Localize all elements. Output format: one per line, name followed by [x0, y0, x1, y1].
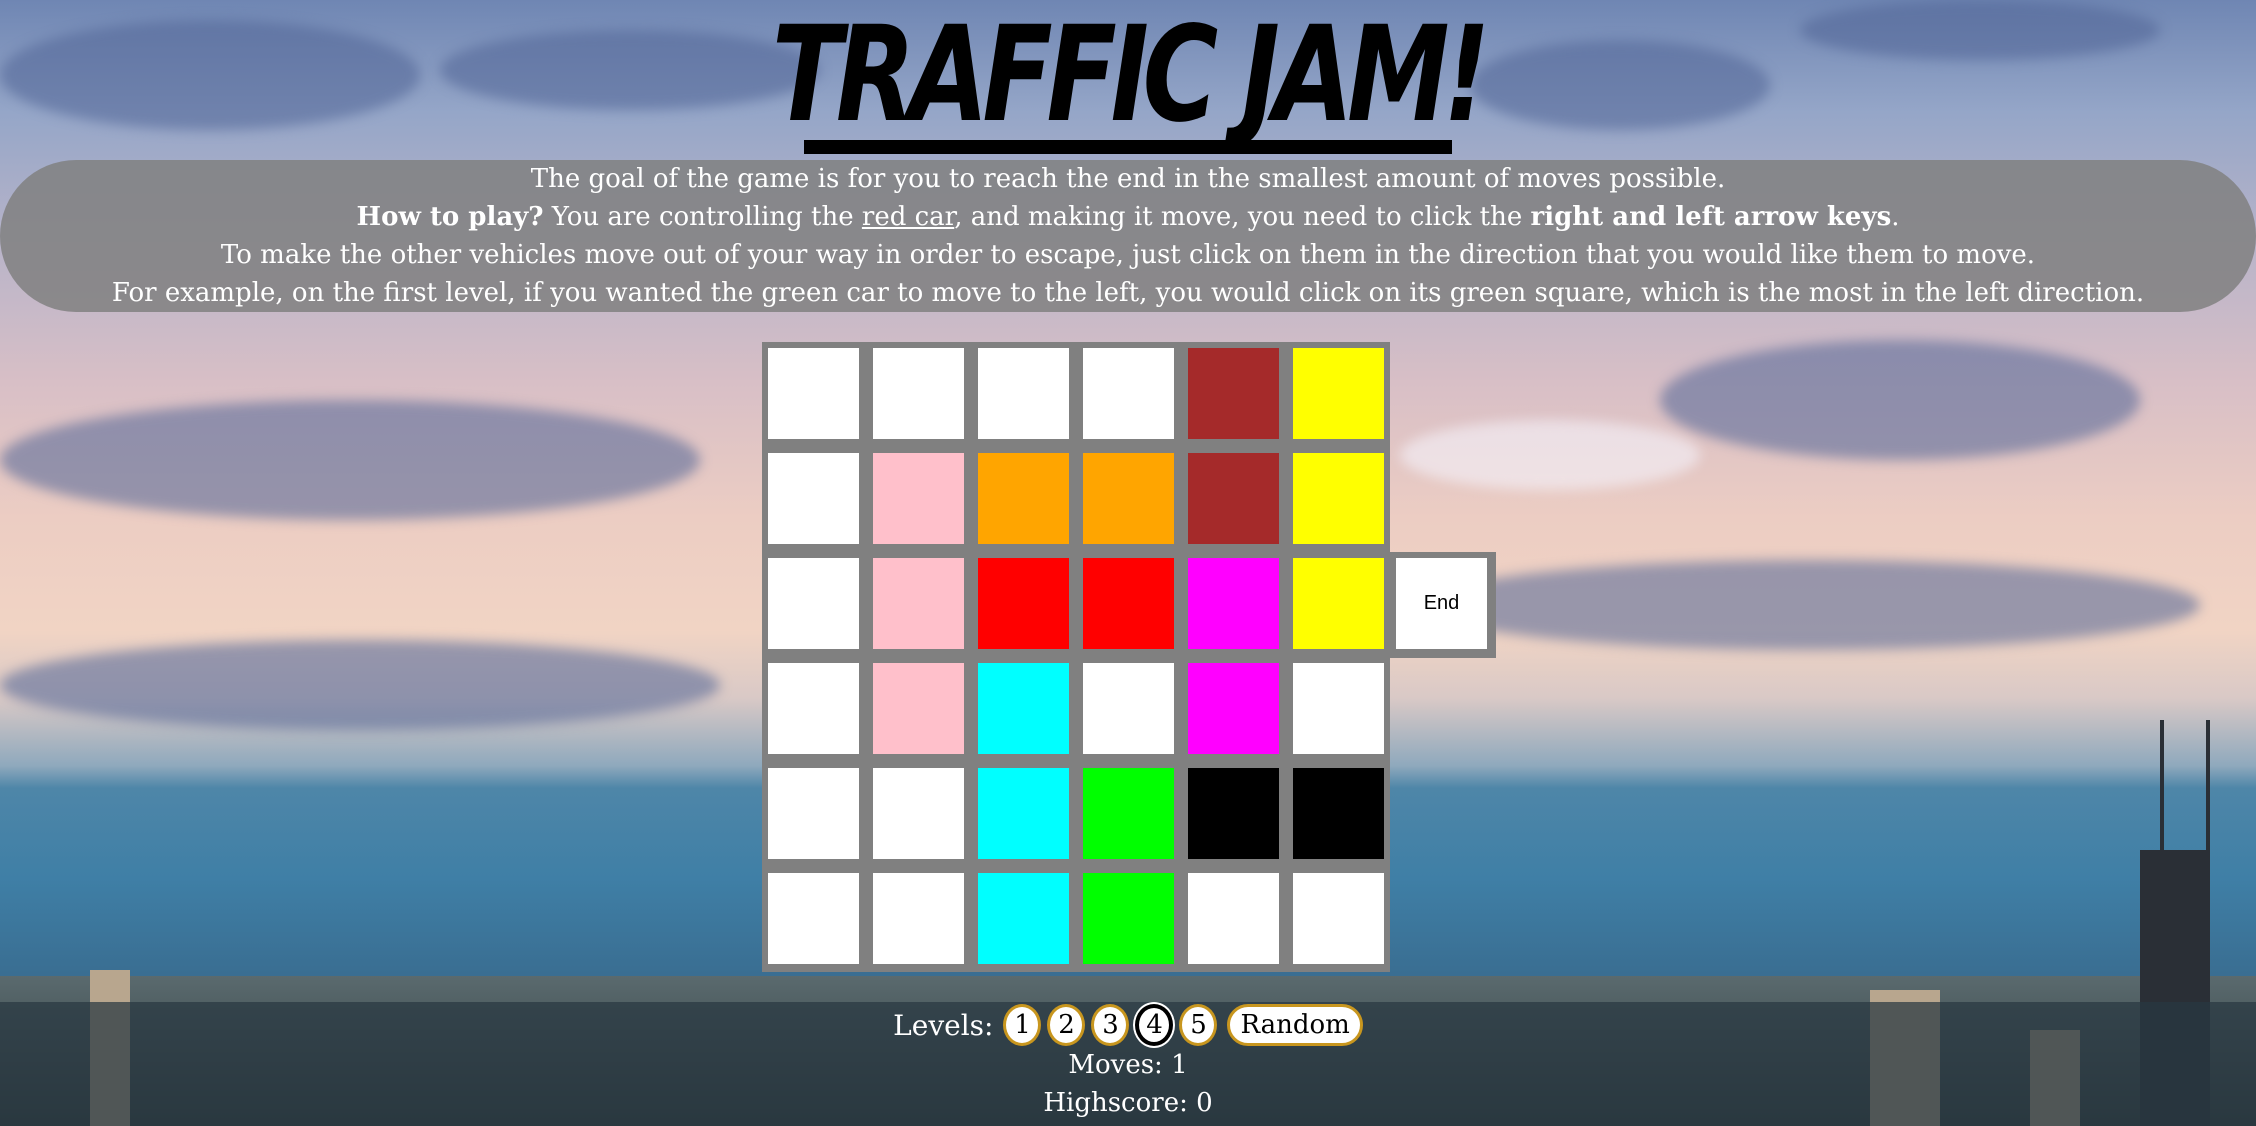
cyan-vehicle-cell[interactable] [978, 663, 1069, 754]
level-1-button[interactable]: 1 [1003, 1004, 1042, 1046]
instruction-text: , and making it move, you need to click … [954, 202, 1531, 232]
magenta-vehicle-cell[interactable] [1188, 663, 1279, 754]
instruction-line-vehicles: To make the other vehicles move out of y… [220, 240, 2036, 270]
cloud [1660, 340, 2140, 460]
empty-cell [873, 873, 964, 964]
cloud [0, 640, 720, 730]
moves-counter: Moves: 1 [1068, 1050, 1188, 1080]
black-vehicle-cell[interactable] [1188, 768, 1279, 859]
empty-cell [768, 768, 859, 859]
cloud [0, 400, 700, 520]
orange-vehicle-cell[interactable] [978, 453, 1069, 544]
game-title: TRAFFIC JAM! [771, 0, 1490, 152]
instruction-text: You are controlling the [543, 202, 862, 232]
levels-label: Levels: [893, 1008, 994, 1042]
empty-cell [1188, 873, 1279, 964]
empty-cell [768, 873, 859, 964]
skyscraper-antenna [2206, 720, 2210, 850]
empty-cell [1293, 873, 1384, 964]
skyscraper-antenna [2160, 720, 2164, 850]
level-3-button[interactable]: 3 [1091, 1004, 1130, 1046]
level-2-button[interactable]: 2 [1047, 1004, 1086, 1046]
red-car-link: red car [861, 202, 955, 232]
empty-cell [768, 348, 859, 439]
random-level-button[interactable]: Random [1227, 1004, 1363, 1046]
level-5-button[interactable]: 5 [1179, 1004, 1218, 1046]
level-4-button[interactable]: 4 [1135, 1004, 1174, 1046]
pink-vehicle-cell[interactable] [873, 558, 964, 649]
green-vehicle-cell[interactable] [1083, 768, 1174, 859]
empty-cell [873, 348, 964, 439]
title-underline [804, 140, 1452, 154]
yellow-vehicle-cell[interactable] [1293, 348, 1384, 439]
instruction-line-example: For example, on the first level, if you … [111, 278, 2145, 308]
orange-vehicle-cell[interactable] [1083, 453, 1174, 544]
yellow-vehicle-cell[interactable] [1293, 453, 1384, 544]
red-vehicle-cell[interactable] [1083, 558, 1174, 649]
cyan-vehicle-cell[interactable] [978, 873, 1069, 964]
levels-row: Levels: 1 2 3 4 5 Random [0, 1002, 2256, 1048]
empty-cell [1293, 663, 1384, 754]
yellow-vehicle-cell[interactable] [1293, 558, 1384, 649]
exit-frame: End [1390, 552, 1496, 658]
empty-cell [873, 768, 964, 859]
pink-vehicle-cell[interactable] [873, 453, 964, 544]
instruction-text: . [1891, 202, 1900, 232]
empty-cell [768, 453, 859, 544]
arrow-keys-label: right and left arrow keys [1530, 202, 1892, 232]
highscore-display: Highscore: 0 [1043, 1088, 1213, 1118]
instruction-line-goal: The goal of the game is for you to reach… [530, 164, 1726, 194]
brown-vehicle-cell[interactable] [1188, 453, 1279, 544]
brown-vehicle-cell[interactable] [1188, 348, 1279, 439]
cyan-vehicle-cell[interactable] [978, 768, 1069, 859]
empty-cell [768, 558, 859, 649]
magenta-vehicle-cell[interactable] [1188, 558, 1279, 649]
pink-vehicle-cell[interactable] [873, 663, 964, 754]
empty-cell [768, 663, 859, 754]
cloud [1400, 420, 1700, 490]
empty-cell [978, 348, 1069, 439]
how-to-play-label: How to play? [356, 202, 544, 232]
cloud [1420, 560, 2200, 650]
red-vehicle-cell[interactable] [978, 558, 1069, 649]
empty-cell [1083, 348, 1174, 439]
instructions-panel: The goal of the game is for you to reach… [0, 160, 2256, 312]
game-board [762, 342, 1390, 972]
exit-cell: End [1396, 558, 1487, 649]
black-vehicle-cell[interactable] [1293, 768, 1384, 859]
green-vehicle-cell[interactable] [1083, 873, 1174, 964]
empty-cell [1083, 663, 1174, 754]
instruction-line-how-to-play: How to play? You are controlling the red… [0, 198, 2256, 236]
